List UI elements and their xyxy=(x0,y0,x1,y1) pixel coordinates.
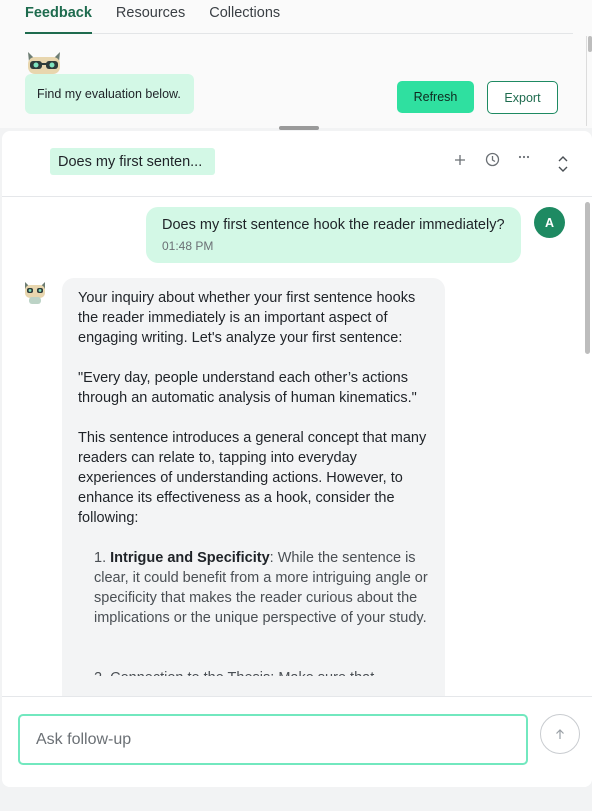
refresh-button[interactable]: Refresh xyxy=(397,81,474,113)
assistant-paragraph: This sentence introduces a general conce… xyxy=(78,430,427,526)
user-message: Does my first sentence hook the reader i… xyxy=(146,207,521,263)
list-item-title: Intrigue and Specificity xyxy=(110,550,270,566)
tab-resources[interactable]: Resources xyxy=(116,0,185,34)
tab-collections[interactable]: Collections xyxy=(209,0,280,34)
tab-feedback[interactable]: Feedback xyxy=(25,0,92,34)
resize-handle[interactable] xyxy=(279,126,319,130)
more-icon[interactable] xyxy=(515,148,533,166)
assistant-quote: "Every day, people understand each other… xyxy=(78,370,417,406)
send-button[interactable] xyxy=(540,714,580,754)
followup-input[interactable] xyxy=(18,714,528,765)
user-message-text: Does my first sentence hook the reader i… xyxy=(162,217,505,233)
message-timestamp: 01:48 PM xyxy=(162,239,214,253)
assistant-paragraph: Your inquiry about whether your first se… xyxy=(78,290,416,346)
tab-bar: Feedback Resources Collections xyxy=(25,0,573,34)
export-button[interactable]: Export xyxy=(487,81,558,114)
messages-scrollbar[interactable] xyxy=(582,198,592,696)
evaluation-message: Find my evaluation below. xyxy=(25,74,194,114)
panel-scrollbar[interactable] xyxy=(586,36,592,126)
chat-panel: Does my first senten... Does my first se… xyxy=(2,131,592,787)
avatar[interactable]: A xyxy=(534,207,565,238)
cat-bot-icon xyxy=(25,282,45,304)
message-list[interactable]: Does my first sentence hook the reader i… xyxy=(2,198,592,696)
plus-icon[interactable] xyxy=(451,151,469,169)
history-icon[interactable] xyxy=(483,150,501,168)
arrow-up-icon xyxy=(556,729,564,739)
cat-mascot-icon xyxy=(28,52,60,74)
list-item: 2. Connection to the Thesis: Make sure t… xyxy=(94,668,431,676)
expand-collapse-icon[interactable] xyxy=(554,155,572,173)
assistant-message: Your inquiry about whether your first se… xyxy=(62,278,445,696)
composer xyxy=(2,696,592,787)
list-item: 1. Intrigue and Specificity: While the s… xyxy=(94,550,428,626)
chat-header: Does my first senten... xyxy=(2,131,592,197)
feedback-panel: Feedback Resources Collections Find my e… xyxy=(0,0,592,128)
chat-title[interactable]: Does my first senten... xyxy=(50,148,215,175)
